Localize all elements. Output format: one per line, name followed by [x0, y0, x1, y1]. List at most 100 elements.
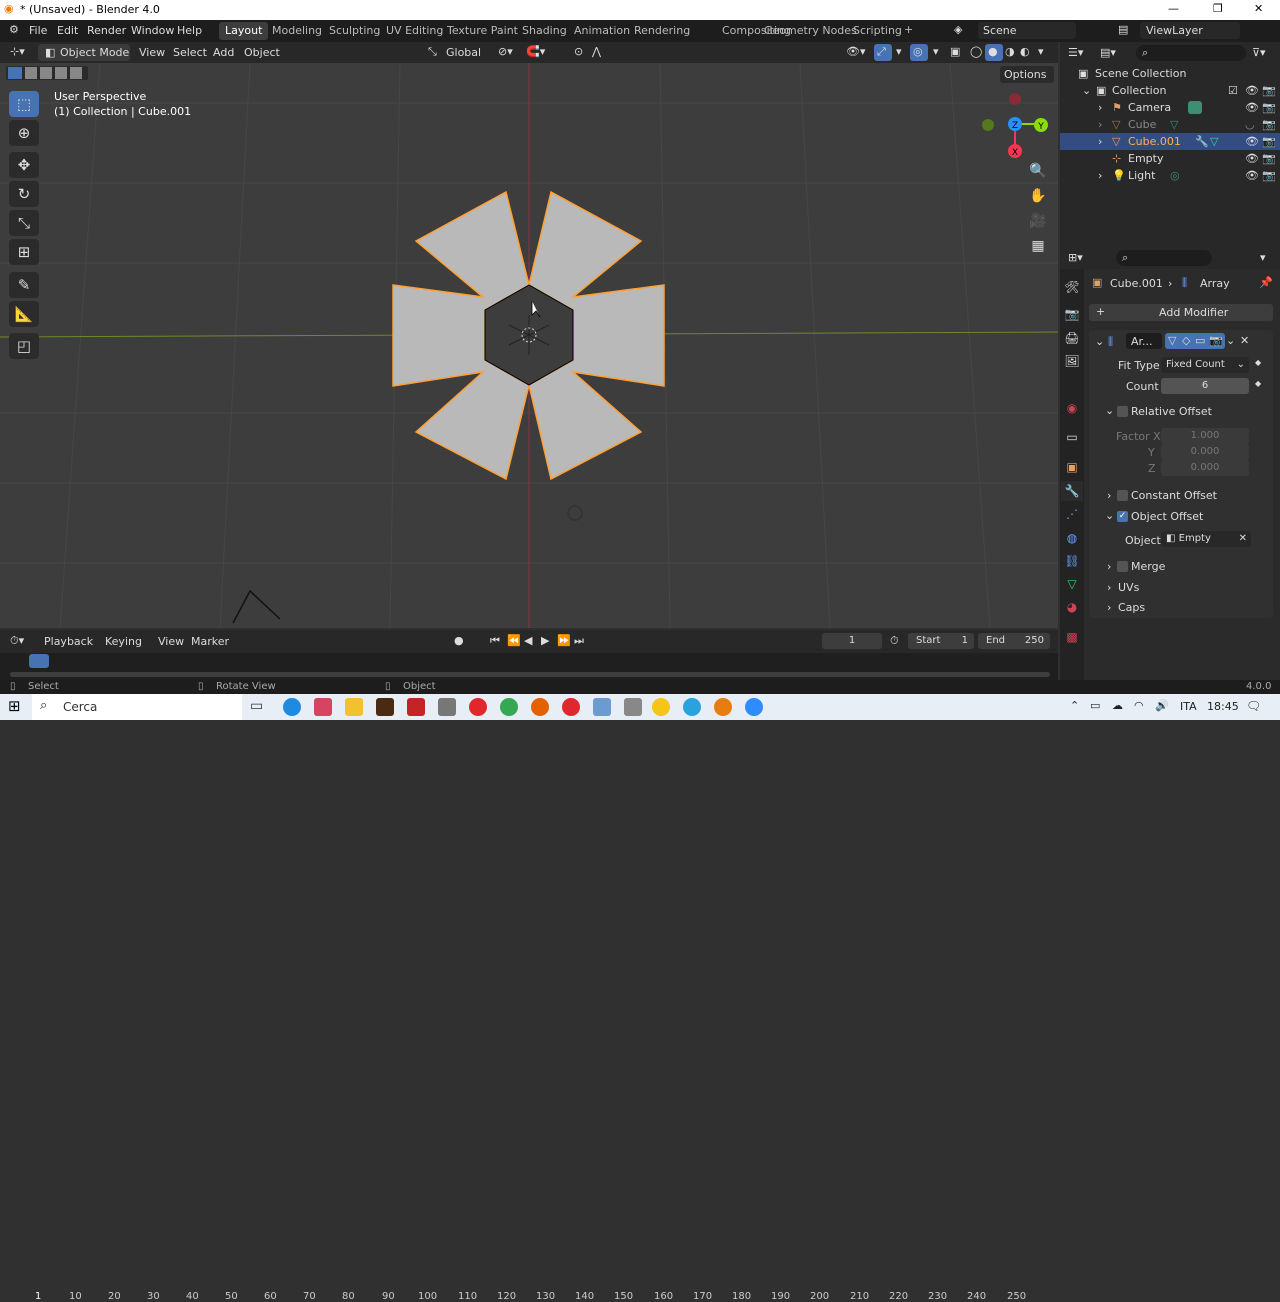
filezilla-icon[interactable] — [407, 698, 425, 716]
eye-icon[interactable]: 👁 — [1245, 169, 1259, 182]
animate-property-icon[interactable]: ◆ — [1255, 379, 1261, 388]
render-camera-icon[interactable]: 📷 — [1262, 152, 1276, 165]
constant-offset-checkbox[interactable] — [1117, 490, 1128, 501]
outliner-row-collection[interactable]: ⌄ ▣ Collection ☑ 👁 📷 — [1060, 82, 1280, 99]
caps-label[interactable]: Caps — [1118, 601, 1145, 614]
tab-shading[interactable]: Shading — [516, 22, 573, 40]
select-box-tool[interactable]: ⬚ — [9, 91, 39, 117]
mode-selector[interactable]: Object Mode — [60, 46, 129, 59]
timeline-editor-icon[interactable]: ⏱▾ — [10, 634, 24, 648]
windows-start-icon[interactable]: ⊞ — [8, 697, 21, 715]
light-object[interactable] — [567, 505, 583, 521]
playback-menu[interactable]: Playback — [44, 635, 93, 648]
play-icon[interactable]: ▶ — [541, 634, 549, 647]
expand-icon[interactable]: › — [1098, 169, 1102, 182]
solid-shading-icon[interactable]: ● — [988, 45, 998, 58]
edit-cage-icon[interactable]: ▽ — [1168, 334, 1176, 347]
pin-icon[interactable]: 📌 — [1259, 276, 1273, 289]
tab-scripting[interactable]: Scripting — [847, 22, 908, 40]
taskbar-search-box[interactable]: ⌕ Cerca — [32, 694, 242, 720]
end-frame-field[interactable]: End 250 — [978, 633, 1050, 649]
data-tab-icon[interactable]: ▽ — [1061, 574, 1083, 594]
expand-icon[interactable]: › — [1098, 135, 1102, 148]
outliner-row-scene-collection[interactable]: ▣ Scene Collection — [1060, 65, 1280, 82]
tab-layout[interactable]: Layout — [219, 22, 269, 40]
expand-icon[interactable]: › — [1107, 581, 1111, 594]
constraints-tab-icon[interactable]: ⛓ — [1061, 551, 1083, 571]
physics-tab-icon[interactable]: ◍ — [1061, 528, 1083, 548]
viewlayer-name[interactable]: ViewLayer — [1146, 24, 1203, 37]
factor-x-field[interactable]: 1.000 — [1161, 428, 1249, 444]
notifications-icon[interactable]: 🗨 — [1246, 699, 1261, 713]
render-camera-icon[interactable]: 📷 — [1262, 84, 1276, 97]
app-icon[interactable] — [438, 698, 456, 716]
zoom-app-icon[interactable] — [745, 698, 763, 716]
pivot-icon[interactable]: ⊘▾ — [498, 45, 513, 58]
outliner-row-cube[interactable]: › ▽ Cube ▽ ◡ 📷 — [1060, 116, 1280, 133]
expand-icon[interactable]: › — [1107, 601, 1111, 614]
edit-mode-icon[interactable]: ◇ — [1182, 334, 1190, 347]
scene-name[interactable]: Scene — [983, 24, 1017, 37]
snap-icon[interactable]: 🧲▾ — [526, 45, 545, 58]
merge-checkbox[interactable] — [1117, 561, 1128, 572]
camera-object[interactable] — [232, 589, 281, 624]
hidden-eye-icon[interactable]: ◡ — [1245, 118, 1255, 131]
select-menu[interactable]: Select — [173, 46, 207, 59]
annotate-tool[interactable]: ✎ — [9, 272, 39, 298]
minimize-button[interactable]: — — [1168, 2, 1179, 15]
edge-icon[interactable] — [283, 698, 301, 716]
material-shading-icon[interactable]: ◑ — [1005, 45, 1015, 58]
start-frame-field[interactable]: Start 1 — [908, 633, 974, 649]
xray-icon[interactable]: ▣ — [950, 45, 960, 58]
editor-type-icon[interactable]: ⊹▾ — [10, 45, 25, 58]
extend-selection-icon[interactable] — [25, 67, 37, 79]
expand-icon[interactable]: › — [1098, 118, 1102, 131]
timeline-view-menu[interactable]: View — [158, 635, 184, 648]
rotate-tool[interactable]: ↻ — [9, 181, 39, 207]
add-workspace-icon[interactable]: + — [904, 23, 913, 36]
menu-window[interactable]: Window — [131, 24, 174, 37]
menu-help[interactable]: Help — [177, 24, 202, 37]
viewlayer-icon[interactable]: ▤ — [1118, 23, 1128, 36]
tab-sculpting[interactable]: Sculpting — [323, 22, 386, 40]
marker-menu[interactable]: Marker — [191, 635, 229, 648]
animate-property-icon[interactable]: ◆ — [1255, 358, 1261, 367]
expand-icon[interactable]: › — [1107, 489, 1111, 502]
object-offset-checkbox[interactable]: ✓ — [1117, 511, 1128, 522]
opera-gx-icon[interactable] — [562, 698, 580, 716]
onedrive-icon[interactable]: ☁ — [1112, 699, 1123, 712]
intersect-selection-icon[interactable] — [70, 67, 82, 79]
render-tab-icon[interactable]: 📷 — [1061, 304, 1083, 324]
app-icon[interactable] — [624, 698, 642, 716]
clock[interactable]: 18:45 — [1207, 700, 1239, 713]
jump-start-icon[interactable]: ⏮ — [490, 634, 500, 648]
maximize-button[interactable]: ❐ — [1213, 2, 1223, 15]
tab-texture-paint[interactable]: Texture Paint — [441, 22, 524, 40]
opera-icon[interactable] — [469, 698, 487, 716]
app-icon[interactable] — [652, 698, 670, 716]
file-explorer-icon[interactable] — [345, 698, 363, 716]
view-menu[interactable]: View — [139, 46, 165, 59]
record-icon[interactable]: ● — [454, 634, 464, 647]
transform-tool[interactable]: ⊞ — [9, 239, 39, 265]
render-camera-icon[interactable]: 📷 — [1262, 135, 1276, 148]
overlays-icon[interactable]: ◎ — [913, 45, 923, 58]
add-modifier-button[interactable]: + Add Modifier — [1089, 304, 1273, 321]
collection-tab-icon[interactable]: ▭ — [1061, 427, 1083, 447]
outliner-row-light[interactable]: › 💡 Light ◎ 👁 📷 — [1060, 167, 1280, 184]
app-icon[interactable] — [314, 698, 332, 716]
tab-animation[interactable]: Animation — [568, 22, 636, 40]
scale-tool[interactable]: ⤡ — [9, 210, 39, 236]
modifier-tab-icon[interactable]: 🔧 — [1061, 481, 1083, 501]
orientation-selector[interactable]: Global — [446, 46, 481, 59]
wifi-icon[interactable]: ◠ — [1134, 699, 1144, 712]
viewport-display-icon[interactable]: ▭ — [1195, 334, 1205, 347]
task-view-icon[interactable]: ▭ — [250, 698, 268, 716]
chrome-icon[interactable] — [500, 698, 518, 716]
ortho-toggle-icon[interactable]: ▦ — [1026, 234, 1050, 258]
material-tab-icon[interactable]: ◕ — [1061, 597, 1083, 617]
tab-modeling[interactable]: Modeling — [266, 22, 328, 40]
scene-icon[interactable]: ◈ — [954, 23, 962, 36]
tab-uv-editing[interactable]: UV Editing — [380, 22, 449, 40]
render-camera-icon[interactable]: 📷 — [1262, 118, 1276, 131]
